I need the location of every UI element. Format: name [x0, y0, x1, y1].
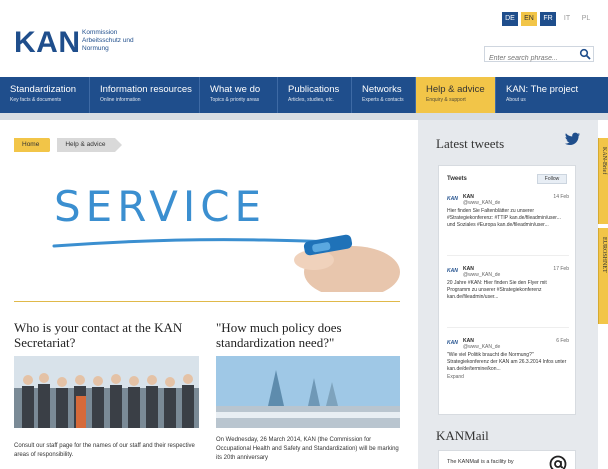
kan-avatar: KAN [447, 268, 458, 274]
nav-networks[interactable]: Networks Experts & contacts [352, 77, 416, 113]
search-icon[interactable] [579, 48, 591, 60]
service-hero-image: SERVICE [14, 164, 400, 292]
site-header: KAN Kommission Arbeitsschutz und Normung… [0, 0, 608, 76]
lang-it[interactable]: IT [559, 12, 575, 26]
at-sign-icon[interactable] [549, 455, 567, 469]
kan-logo[interactable]: KAN [14, 26, 81, 60]
nav-divider-band [0, 113, 608, 120]
tweet-item[interactable]: KAN KAN @www_KAN_de 14 Feb Hier finden S… [447, 194, 569, 256]
logo-subtitle: Kommission Arbeitsschutz und Normung [82, 29, 134, 52]
underline-stroke [52, 238, 337, 248]
main-content: Home Help & advice SERVICE Who is your c… [0, 120, 418, 469]
tweet-date: 17 Feb [553, 266, 569, 272]
breadcrumb: Home Help & advice [14, 138, 123, 152]
sidebar: Latest tweets Tweets Follow KAN KAN @www… [418, 120, 598, 469]
kanmail-text: The KANMail is a facility by [447, 459, 514, 465]
breadcrumb-home[interactable]: Home [14, 138, 57, 152]
tweet-item[interactable]: KAN KAN @www_KAN_de 6 Feb "Wie viel Poli… [447, 338, 569, 400]
tweet-handle: @www_KAN_de [463, 344, 501, 350]
nav-what-we-do[interactable]: What we do Topics & priority areas [200, 77, 278, 113]
conference-photo-graphic [216, 356, 400, 428]
policy-text: On Wednesday, 26 March 2014, KAN (the Co… [216, 437, 399, 461]
search-box [484, 46, 594, 66]
breadcrumb-current: Help & advice [50, 138, 123, 152]
hero-illustration [52, 234, 400, 292]
tweet-date: 14 Feb [553, 194, 569, 200]
tweet-handle: @www_KAN_de [463, 272, 501, 278]
nav-standardization[interactable]: Standardization Key facts & documents [0, 77, 90, 113]
contact-heading[interactable]: Who is your contact at the KAN Secretari… [14, 320, 199, 350]
kan-brief-tab[interactable]: KAN-Brief [598, 138, 608, 224]
nav-kan-project[interactable]: KAN: The project About us [496, 77, 608, 113]
main-navigation: Standardization Key facts & documents In… [0, 77, 608, 113]
tweet-body: Hier finden Sie Faltenblätter zu unserer… [447, 208, 561, 228]
kan-avatar: KAN [447, 340, 458, 346]
nav-help-advice[interactable]: Help & advice Enquiry & support [416, 77, 496, 113]
content-divider [14, 301, 400, 302]
tweet-body: 20 Jahre #KAN: Hier finden Sie den Flyer… [447, 280, 547, 300]
lang-pl[interactable]: PL [578, 12, 594, 26]
follow-button[interactable]: Follow [537, 174, 567, 184]
contact-text: Consult our staff page for the names of … [14, 443, 195, 458]
policy-heading[interactable]: "How much policy does standardization ne… [216, 320, 406, 350]
tweet-handle: @www_KAN_de [463, 200, 501, 206]
kan-avatar: KAN [447, 196, 458, 202]
kanmail-box: The KANMail is a facility by [438, 450, 576, 469]
conference-photo[interactable] [216, 356, 400, 428]
lang-de[interactable]: DE [502, 12, 518, 26]
tweet-expand-link[interactable]: Expand [447, 374, 569, 381]
lang-en[interactable]: EN [521, 12, 537, 26]
lang-fr[interactable]: FR [540, 12, 556, 26]
nav-information-resources[interactable]: Information resources Online information [90, 77, 200, 113]
kanmail-heading: KANMail [436, 428, 489, 443]
tweet-body: "Wie viel Politik braucht die Normung?" … [447, 352, 569, 381]
euroshnet-tab[interactable]: EUROSHNET [598, 228, 608, 324]
twitter-bird-icon[interactable] [565, 132, 581, 146]
staff-photo-graphic [14, 356, 199, 428]
tweets-label: Tweets [447, 176, 467, 182]
twitter-timeline[interactable]: Tweets Follow KAN KAN @www_KAN_de 14 Feb… [438, 165, 576, 415]
language-switcher: DE EN FR IT PL [502, 12, 594, 26]
tweet-date: 6 Feb [556, 338, 569, 344]
tweet-item[interactable]: KAN KAN @www_KAN_de 17 Feb 20 Jahre #KAN… [447, 266, 569, 328]
latest-tweets-heading: Latest tweets [436, 136, 505, 151]
staff-photo[interactable] [14, 356, 199, 428]
search-input[interactable] [485, 51, 573, 66]
nav-publications[interactable]: Publications Articles, studies, etc. [278, 77, 352, 113]
